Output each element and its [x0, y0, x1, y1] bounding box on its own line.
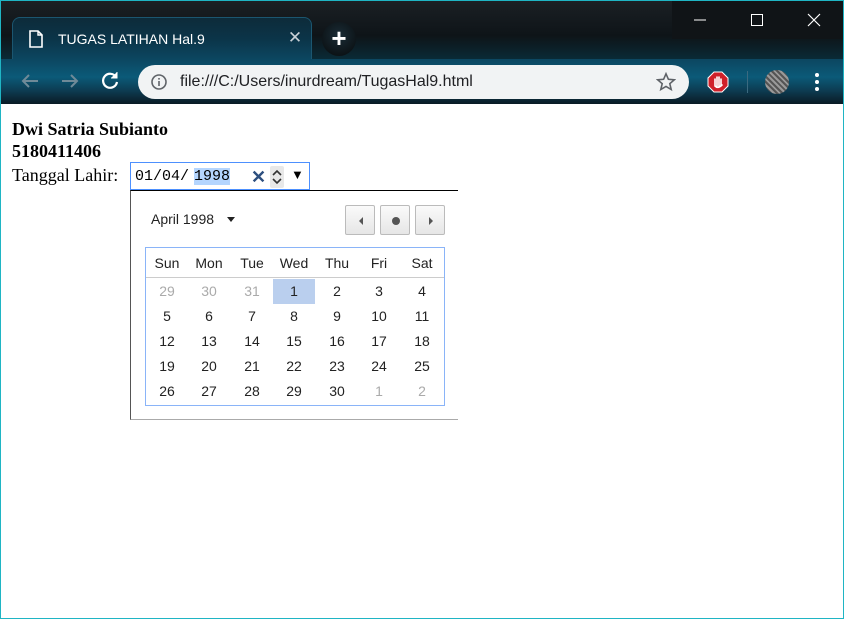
day-cell[interactable]: 11	[401, 304, 443, 329]
student-id: 5180411406	[12, 141, 102, 161]
day-cell[interactable]: 31	[231, 279, 273, 304]
day-cell[interactable]: 30	[316, 379, 358, 404]
url-text[interactable]: file:///C:/Users/inurdream/TugasHal9.htm…	[180, 73, 473, 91]
day-cell[interactable]: 28	[231, 379, 273, 404]
day-cell[interactable]: 6	[188, 304, 230, 329]
day-cell[interactable]: 14	[231, 329, 273, 354]
weekday-label: Sun	[154, 255, 180, 271]
weekday-label: Tue	[240, 255, 264, 271]
date-separator: /	[153, 168, 163, 185]
day-cell[interactable]: 26	[146, 379, 188, 404]
page-content: Dwi Satria Subianto 5180411406 Tanggal L…	[1, 104, 843, 618]
day-cell[interactable]: 10	[358, 304, 400, 329]
day-cell-selected[interactable]: 1	[273, 279, 315, 304]
day-cell[interactable]: 21	[231, 354, 273, 379]
weekday-label: Wed	[279, 255, 309, 271]
calendar-popup: April 1998 Sun Mon Tue Wed Thu Fri Sat 2…	[130, 190, 458, 420]
circle-dot-icon	[392, 217, 400, 225]
toolbar-separator	[747, 71, 748, 93]
weekday-label: Mon	[195, 255, 223, 271]
weekday-label: Fri	[370, 255, 388, 271]
day-cell[interactable]: 18	[401, 329, 443, 354]
day-cell[interactable]: 15	[273, 329, 315, 354]
star-icon[interactable]	[656, 72, 676, 92]
maximize-button[interactable]	[729, 1, 786, 39]
address-bar[interactable]: file:///C:/Users/inurdream/TugasHal9.htm…	[138, 65, 689, 99]
close-tab-icon[interactable]: ✕	[285, 27, 305, 49]
info-icon[interactable]	[151, 74, 167, 90]
kebab-menu-icon[interactable]	[807, 70, 827, 94]
weekday-label: Thu	[324, 255, 350, 271]
document-icon	[29, 30, 43, 48]
reload-icon[interactable]	[98, 69, 122, 93]
day-cell[interactable]: 23	[316, 354, 358, 379]
day-cell[interactable]: 25	[401, 354, 443, 379]
prev-month-button[interactable]	[345, 205, 375, 235]
close-icon	[807, 13, 821, 27]
day-cell[interactable]: 2	[316, 279, 358, 304]
day-cell[interactable]: 30	[188, 279, 230, 304]
day-cell[interactable]: 5	[146, 304, 188, 329]
date-month-segment[interactable]: 04	[162, 168, 180, 185]
caret-down-icon[interactable]	[227, 217, 235, 222]
next-month-button[interactable]	[415, 205, 445, 235]
title-bar: TUGAS LATIHAN Hal.9 ✕ +	[1, 1, 843, 59]
calendar-grid: Sun Mon Tue Wed Thu Fri Sat 29 30 31 1 2…	[145, 247, 445, 406]
dropdown-arrow-icon[interactable]: ▼	[291, 167, 304, 182]
close-window-button[interactable]	[786, 1, 843, 39]
minimize-button[interactable]	[672, 1, 729, 39]
tab-title: TUGAS LATIHAN Hal.9	[58, 31, 205, 47]
browser-window: TUGAS LATIHAN Hal.9 ✕ + file:///C:/Users…	[0, 0, 844, 619]
dob-label: Tanggal Lahir:	[12, 165, 119, 185]
date-year-segment[interactable]: 1998	[194, 168, 231, 185]
triangle-right-icon	[429, 217, 433, 225]
student-name: Dwi Satria Subianto	[12, 119, 169, 139]
month-year-selector[interactable]: April 1998	[151, 211, 214, 227]
day-cell[interactable]: 27	[188, 379, 230, 404]
day-cell[interactable]: 13	[188, 329, 230, 354]
minimize-icon	[694, 19, 706, 21]
day-cell[interactable]: 3	[358, 279, 400, 304]
date-input[interactable]: 01 / 04 / 1998 ✕ ▼	[130, 162, 310, 190]
day-cell[interactable]: 1	[358, 379, 400, 404]
arrow-left-icon[interactable]	[18, 69, 42, 93]
arrow-right-icon[interactable]	[58, 69, 82, 93]
maximize-icon	[751, 14, 763, 26]
day-cell[interactable]: 12	[146, 329, 188, 354]
new-tab-button[interactable]: +	[322, 22, 356, 56]
day-cell[interactable]: 2	[401, 379, 443, 404]
weekday-label: Sat	[411, 255, 433, 271]
day-cell[interactable]: 29	[273, 379, 315, 404]
date-separator: /	[180, 168, 190, 185]
day-cell[interactable]: 19	[146, 354, 188, 379]
day-cell[interactable]: 20	[188, 354, 230, 379]
day-cell[interactable]: 29	[146, 279, 188, 304]
day-cell[interactable]: 17	[358, 329, 400, 354]
today-button[interactable]	[380, 205, 410, 235]
day-cell[interactable]: 22	[273, 354, 315, 379]
avatar[interactable]	[765, 70, 789, 94]
day-cell[interactable]: 16	[316, 329, 358, 354]
clear-date-icon[interactable]: ✕	[251, 167, 266, 188]
browser-tab[interactable]: TUGAS LATIHAN Hal.9 ✕	[12, 17, 312, 59]
day-cell[interactable]: 7	[231, 304, 273, 329]
day-cell[interactable]: 24	[358, 354, 400, 379]
weekday-header: Sun Mon Tue Wed Thu Fri Sat	[146, 248, 444, 278]
triangle-left-icon	[359, 217, 363, 225]
day-cell[interactable]: 4	[401, 279, 443, 304]
day-cell[interactable]: 8	[273, 304, 315, 329]
adblock-hand-icon[interactable]	[707, 71, 729, 93]
spinner-icon[interactable]	[270, 166, 284, 188]
date-day-segment[interactable]: 01	[135, 168, 153, 185]
day-cell[interactable]: 9	[316, 304, 358, 329]
